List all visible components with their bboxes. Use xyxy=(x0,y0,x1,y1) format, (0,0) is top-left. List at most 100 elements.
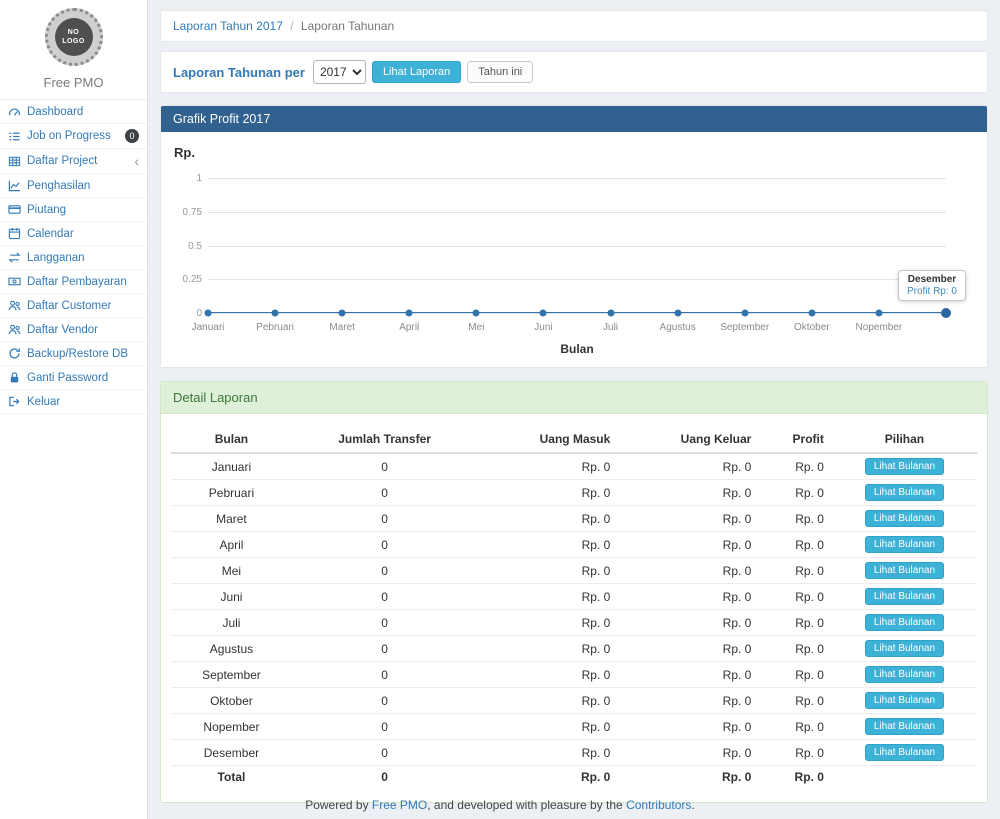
col-header-uang-keluar: Uang Keluar xyxy=(618,426,759,453)
bulan-cell: Juni xyxy=(171,584,292,610)
footer: Powered by Free PMO, and developed with … xyxy=(0,798,1000,812)
lihat-bulanan-button-agustus[interactable]: Lihat Bulanan xyxy=(865,640,944,657)
total-pilihan-cell xyxy=(832,766,977,789)
sign-out-icon xyxy=(8,395,23,408)
table-row-nopember: Nopember0Rp. 0Rp. 0Rp. 0Lihat Bulanan xyxy=(171,714,977,740)
pilihan-cell: Lihat Bulanan xyxy=(832,506,977,532)
col-header-uang-masuk: Uang Masuk xyxy=(477,426,618,453)
chart-point-mei[interactable] xyxy=(473,310,480,317)
x-tick-label: Januari xyxy=(192,322,225,333)
table-row-mei: Mei0Rp. 0Rp. 0Rp. 0Lihat Bulanan xyxy=(171,558,977,584)
chart-point-juni[interactable] xyxy=(540,310,547,317)
profit-chart: Rp. Desember Profit Rp: 0 Bulan 10.750.5… xyxy=(161,132,987,367)
sidebar-item-daftar-vendor[interactable]: Daftar Vendor xyxy=(0,318,147,342)
total-profit-cell: Rp. 0 xyxy=(759,766,832,789)
sidebar-item-penghasilan[interactable]: Penghasilan xyxy=(0,174,147,198)
lihat-bulanan-button-juli[interactable]: Lihat Bulanan xyxy=(865,614,944,631)
chart-point-nopember[interactable] xyxy=(875,310,882,317)
pilihan-cell: Lihat Bulanan xyxy=(832,480,977,506)
jumlah-transfer-cell: 0 xyxy=(292,584,477,610)
sidebar-item-daftar-customer[interactable]: Daftar Customer xyxy=(0,294,147,318)
chart-point-pebruari[interactable] xyxy=(272,310,279,317)
table-row-juli: Juli0Rp. 0Rp. 0Rp. 0Lihat Bulanan xyxy=(171,610,977,636)
chart-point-januari[interactable] xyxy=(205,310,212,317)
lihat-laporan-button[interactable]: Lihat Laporan xyxy=(372,61,461,83)
sidebar-item-langganan[interactable]: Langganan xyxy=(0,246,147,270)
col-header-jumlah-transfer: Jumlah Transfer xyxy=(292,426,477,453)
lihat-bulanan-button-nopember[interactable]: Lihat Bulanan xyxy=(865,718,944,735)
bulan-cell: Pebruari xyxy=(171,480,292,506)
footer-link-contributors[interactable]: Contributors xyxy=(626,798,691,812)
lock-icon xyxy=(8,371,23,384)
uang-masuk-cell: Rp. 0 xyxy=(477,688,618,714)
tahun-ini-button[interactable]: Tahun ini xyxy=(467,61,533,83)
bulan-cell: Januari xyxy=(171,453,292,480)
sidebar-menu: DashboardJob on Progress0Daftar Project‹… xyxy=(0,99,147,414)
sidebar-item-piutang[interactable]: Piutang xyxy=(0,198,147,222)
sidebar-item-job-on-progress[interactable]: Job on Progress0 xyxy=(0,124,147,149)
x-tick-label: Pebruari xyxy=(256,322,294,333)
chart-tooltip: Desember Profit Rp: 0 xyxy=(898,270,966,301)
sidebar-item-label: Daftar Pembayaran xyxy=(27,276,127,288)
lihat-bulanan-button-juni[interactable]: Lihat Bulanan xyxy=(865,588,944,605)
lihat-bulanan-button-september[interactable]: Lihat Bulanan xyxy=(865,666,944,683)
chart-point-maret[interactable] xyxy=(339,310,346,317)
chart-point-agustus[interactable] xyxy=(674,310,681,317)
chart-point-september[interactable] xyxy=(741,310,748,317)
lihat-bulanan-button-januari[interactable]: Lihat Bulanan xyxy=(865,458,944,475)
x-tick-label: Maret xyxy=(329,322,355,333)
profit-cell: Rp. 0 xyxy=(759,662,832,688)
chart-point-april[interactable] xyxy=(406,310,413,317)
lihat-bulanan-button-mei[interactable]: Lihat Bulanan xyxy=(865,562,944,579)
pilihan-cell: Lihat Bulanan xyxy=(832,662,977,688)
uang-keluar-cell: Rp. 0 xyxy=(618,532,759,558)
lihat-bulanan-button-april[interactable]: Lihat Bulanan xyxy=(865,536,944,553)
lihat-bulanan-button-maret[interactable]: Lihat Bulanan xyxy=(865,510,944,527)
footer-link-freepmo[interactable]: Free PMO xyxy=(372,798,427,812)
sidebar-item-dashboard[interactable]: Dashboard xyxy=(0,100,147,124)
credit-card-icon xyxy=(8,203,23,216)
chart-line-icon xyxy=(8,179,23,192)
chart-point-juli[interactable] xyxy=(607,310,614,317)
sidebar-item-label: Piutang xyxy=(27,204,66,216)
sidebar-item-calendar[interactable]: Calendar xyxy=(0,222,147,246)
col-header-bulan: Bulan xyxy=(171,426,292,453)
breadcrumb-link-year[interactable]: Laporan Tahun 2017 xyxy=(173,19,283,33)
bulan-cell: Agustus xyxy=(171,636,292,662)
sidebar-item-keluar[interactable]: Keluar xyxy=(0,390,147,414)
footer-text-suffix: . xyxy=(691,798,694,812)
sidebar-item-label: Langganan xyxy=(27,252,85,264)
table-row-april: April0Rp. 0Rp. 0Rp. 0Lihat Bulanan xyxy=(171,532,977,558)
jumlah-transfer-cell: 0 xyxy=(292,636,477,662)
sidebar-item-daftar-project[interactable]: Daftar Project‹ xyxy=(0,149,147,174)
table-icon xyxy=(8,155,23,168)
uang-keluar-cell: Rp. 0 xyxy=(618,610,759,636)
uang-keluar-cell: Rp. 0 xyxy=(618,584,759,610)
chevron-left-icon: ‹ xyxy=(134,154,139,168)
pilihan-cell: Lihat Bulanan xyxy=(832,636,977,662)
jumlah-transfer-cell: 0 xyxy=(292,558,477,584)
lihat-bulanan-button-pebruari[interactable]: Lihat Bulanan xyxy=(865,484,944,501)
sidebar-item-backup-restore-db[interactable]: Backup/Restore DB xyxy=(0,342,147,366)
chart-point-desember[interactable] xyxy=(941,308,951,318)
gridline: 0.5 xyxy=(208,246,946,247)
sidebar-item-ganti-password[interactable]: Ganti Password xyxy=(0,366,147,390)
gridline: 0.75 xyxy=(208,212,946,213)
year-select[interactable]: 2017 xyxy=(313,60,366,84)
lihat-bulanan-button-oktober[interactable]: Lihat Bulanan xyxy=(865,692,944,709)
footer-text-middle: , and developed with pleasure by the xyxy=(427,798,626,812)
jumlah-transfer-cell: 0 xyxy=(292,662,477,688)
uang-masuk-cell: Rp. 0 xyxy=(477,584,618,610)
gridline: 0 xyxy=(208,313,946,314)
chart-point-oktober[interactable] xyxy=(808,310,815,317)
uang-keluar-cell: Rp. 0 xyxy=(618,480,759,506)
y-tick-label: 0.5 xyxy=(172,241,202,252)
sidebar-item-daftar-pembayaran[interactable]: Daftar Pembayaran xyxy=(0,270,147,294)
jumlah-transfer-cell: 0 xyxy=(292,688,477,714)
jumlah-transfer-cell: 0 xyxy=(292,714,477,740)
lihat-bulanan-button-desember[interactable]: Lihat Bulanan xyxy=(865,744,944,761)
sidebar-item-label: Keluar xyxy=(27,396,60,408)
uang-masuk-cell: Rp. 0 xyxy=(477,714,618,740)
profit-cell: Rp. 0 xyxy=(759,506,832,532)
profit-chart-panel: Grafik Profit 2017 Rp. Desember Profit R… xyxy=(160,105,988,368)
